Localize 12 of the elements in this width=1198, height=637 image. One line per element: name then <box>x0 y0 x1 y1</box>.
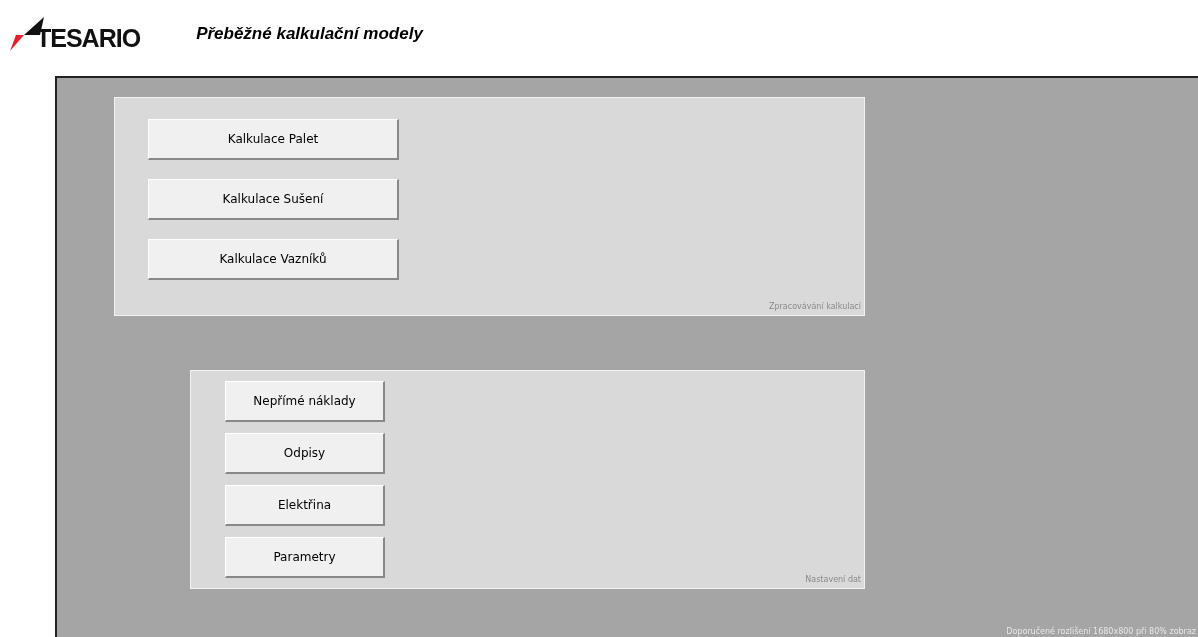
panel-caption: Nastavení dat <box>805 574 861 586</box>
menu-button[interactable]: Odpisy <box>225 433 385 474</box>
menu-button[interactable]: Kalkulace Vazníků <box>148 239 399 280</box>
page-title: Přeběžné kalkulační modely <box>196 23 423 46</box>
panel-caption: Zpracovávání kalkulací <box>769 301 861 313</box>
logo: TESARIO <box>36 26 141 51</box>
menu-button[interactable]: Kalkulace Palet <box>148 119 399 160</box>
resolution-note: Doporučené rozlišení 1680x800 při 80% zobraz <box>1006 628 1196 636</box>
menu-button[interactable]: Parametry <box>225 537 385 578</box>
menu-button[interactable]: Nepřímé náklady <box>225 381 385 422</box>
menu-button[interactable]: Kalkulace Sušení <box>148 179 399 220</box>
menu-button[interactable]: Elektřina <box>225 485 385 526</box>
